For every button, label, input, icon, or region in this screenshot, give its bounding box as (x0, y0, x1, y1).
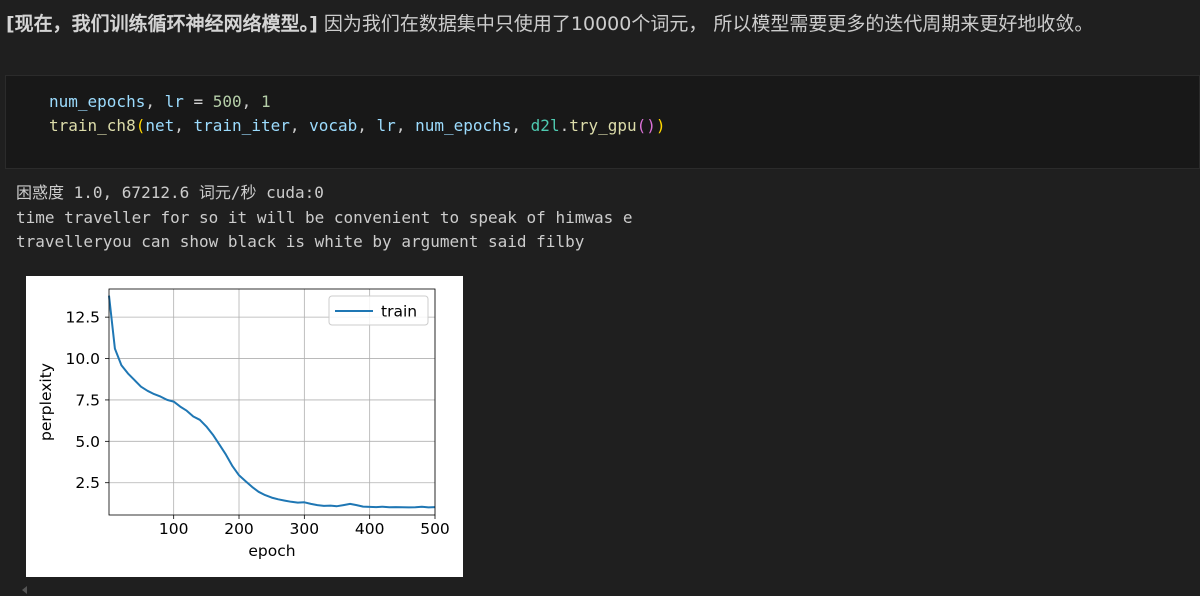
code-token-comma: , (357, 116, 377, 135)
markdown-bold-text: [现在，我们训练循环神经网络模型。] (6, 13, 318, 35)
legend-label: train (381, 303, 417, 321)
code-token-comma: , (511, 116, 531, 135)
code-token-num-epochs: num_epochs (49, 92, 146, 111)
code-token-train-ch8: train_ch8 (49, 116, 136, 135)
x-tick-label: 300 (290, 520, 320, 538)
code-token-d2l: d2l (530, 116, 560, 135)
code-token-lr: lr (376, 116, 396, 135)
y-axis-label: perplexity (37, 363, 55, 441)
tick-layer (105, 316, 436, 519)
y-tick-label: 2.5 (75, 474, 100, 492)
y-tick-label: 12.5 (65, 309, 100, 327)
code-token-try-gpu: try_gpu (569, 116, 637, 135)
code-cell[interactable]: num_epochs, lr = 500, 1 train_ch8(net, t… (5, 75, 1200, 169)
perplexity-chart: 100 200 300 400 500 2.5 5.0 7.5 10.0 12.5 epoch per… (37, 288, 450, 560)
markdown-cell-text: [现在，我们训练循环神经网络模型。] 因为我们在数据集中只使用了10000个词元… (6, 10, 1196, 38)
y-tick-label: 5.0 (75, 433, 100, 451)
markdown-body-text: 因为我们在数据集中只使用了10000个词元， 所以模型需要更多的迭代周期来更好地… (317, 13, 1094, 35)
y-tick-label: 7.5 (75, 391, 100, 409)
x-tick-label: 100 (159, 520, 189, 538)
code-token-paren-close: ) (655, 116, 666, 135)
x-tick-label: 500 (420, 520, 450, 538)
code-token-net: net (145, 116, 175, 135)
cell-output-text: 困惑度 1.0, 67212.6 词元/秒 cuda:0 time travell… (16, 181, 633, 255)
code-token-train-iter: train_iter (193, 116, 290, 135)
code-token-comma: , (145, 92, 165, 111)
output-line-sample-2: travelleryou can show black is white by … (16, 232, 585, 251)
label-layer: 100 200 300 400 500 2.5 5.0 7.5 10.0 12.5 epoch per… (37, 309, 450, 560)
code-token-dot: . (559, 116, 570, 135)
output-line-perplexity: 困惑度 1.0, 67212.6 词元/秒 cuda:0 (16, 183, 324, 202)
code-token-lr: lr (164, 92, 184, 111)
x-tick-label: 200 (224, 520, 254, 538)
code-token-num-epochs: num_epochs (415, 116, 512, 135)
x-axis-label: epoch (248, 542, 295, 560)
code-token-comma: , (241, 92, 261, 111)
code-token-paren-open: ( (135, 116, 146, 135)
legend: train (328, 295, 429, 326)
x-tick-label: 400 (355, 520, 385, 538)
code-line-1: num_epochs, lr = 500, 1 (49, 90, 271, 114)
code-token-comma: , (395, 116, 416, 135)
code-token-comma: , (174, 116, 194, 135)
code-token-number-1: 1 (260, 92, 271, 111)
code-token-inner-parens: () (636, 116, 656, 135)
code-token-assign: = (183, 92, 213, 111)
code-line-2: train_ch8(net, train_iter, vocab, lr, nu… (49, 114, 666, 138)
output-line-sample-1: time traveller for so it will be conveni… (16, 207, 633, 227)
code-token-vocab: vocab (309, 116, 358, 135)
series-layer (108, 295, 436, 509)
training-plot: 100 200 300 400 500 2.5 5.0 7.5 10.0 12.5 epoch per… (26, 276, 463, 577)
scroll-left-arrow-icon[interactable] (22, 586, 27, 594)
series-line-train (108, 295, 436, 509)
code-token-comma: , (289, 116, 310, 135)
y-tick-label: 10.0 (65, 350, 100, 368)
code-token-number-500: 500 (212, 92, 242, 111)
